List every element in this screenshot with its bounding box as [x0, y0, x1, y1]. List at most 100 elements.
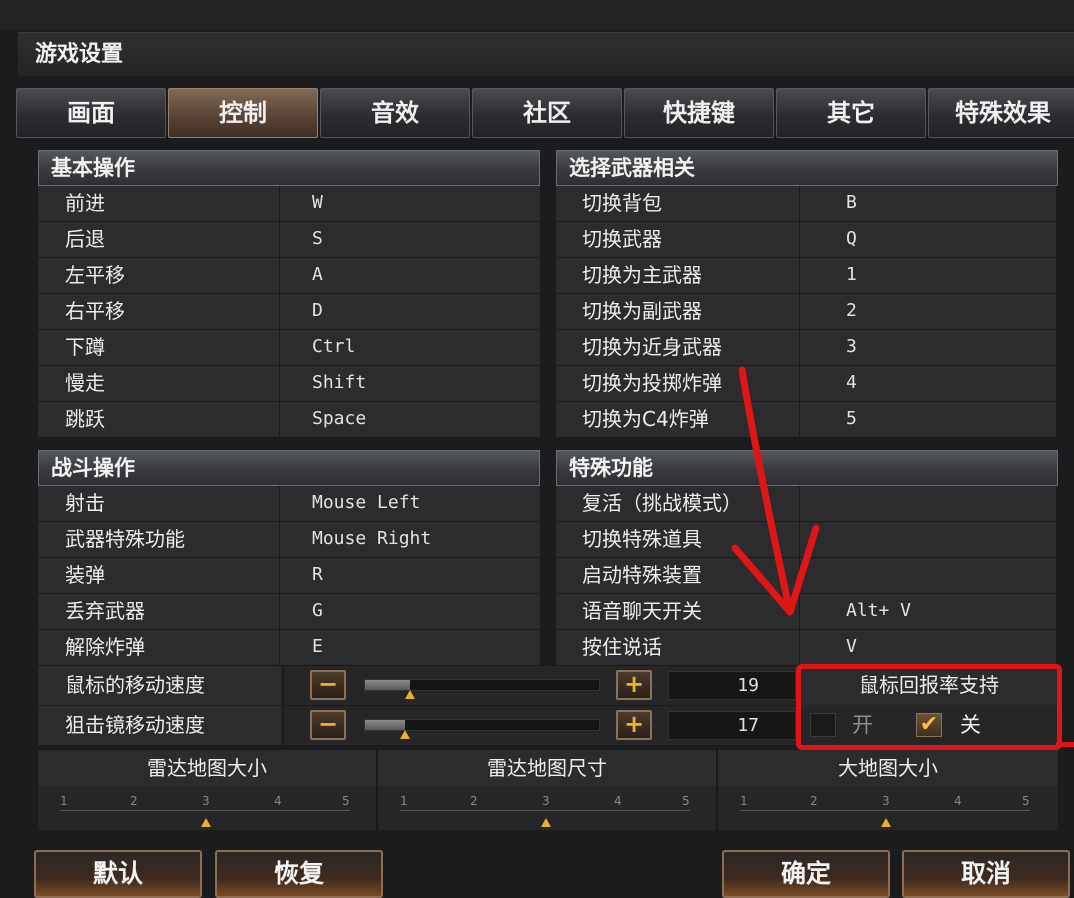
window-title: 游戏设置: [18, 32, 1074, 76]
minus-button[interactable]: −: [310, 710, 346, 740]
radar-scale[interactable]: 1 2 3 4 5: [740, 794, 1030, 827]
tick-label: 5: [682, 794, 690, 808]
tab-display[interactable]: 画面: [16, 88, 166, 138]
keybind-row[interactable]: 切换背包 B: [556, 186, 1058, 222]
keybind-value[interactable]: W: [280, 186, 540, 221]
keybind-value[interactable]: R: [280, 558, 540, 593]
weapon-ops-panel: 选择武器相关 切换背包 B 切换武器 Q 切换为主武器 1 切换为副武器 2 切换为近身…: [556, 150, 1058, 438]
keybind-value[interactable]: V: [800, 630, 1056, 665]
keybind-value[interactable]: Shift: [280, 366, 540, 401]
mouse-speed-control: − + 19: [284, 666, 800, 705]
keybind-row[interactable]: 切换为C4炸弹 5: [556, 402, 1058, 438]
radar-thumb[interactable]: [201, 818, 211, 827]
keybind-value[interactable]: 5: [800, 402, 1056, 437]
keybind-row[interactable]: 右平移 D: [38, 294, 540, 330]
keybind-value[interactable]: A: [280, 258, 540, 293]
radar-title: 雷达地图大小: [38, 750, 376, 786]
keybind-row[interactable]: 按住说话 V: [556, 630, 1058, 666]
tick-label: 4: [274, 794, 282, 808]
keybind-label: 丢弃武器: [38, 594, 280, 629]
section-header-basic: 基本操作: [38, 150, 540, 186]
keybind-value[interactable]: [800, 558, 1056, 593]
keybind-row[interactable]: 下蹲 Ctrl: [38, 330, 540, 366]
radar-map-size: 雷达地图大小 1 2 3 4 5: [38, 750, 378, 830]
tick-label: 5: [342, 794, 350, 808]
keybind-label: 前进: [38, 186, 280, 221]
keybind-value[interactable]: Mouse Left: [280, 486, 540, 521]
keybind-label: 慢走: [38, 366, 280, 401]
keybind-value[interactable]: S: [280, 222, 540, 257]
keybind-row[interactable]: 前进 W: [38, 186, 540, 222]
tick-label: 2: [810, 794, 818, 808]
tab-hotkeys[interactable]: 快捷键: [624, 88, 774, 138]
slider-thumb[interactable]: [400, 730, 410, 739]
keybind-row[interactable]: 启动特殊装置: [556, 558, 1058, 594]
keybind-label: 解除炸弹: [38, 630, 280, 665]
default-button[interactable]: 默认: [34, 850, 202, 898]
keybind-row[interactable]: 切换特殊道具: [556, 522, 1058, 558]
keybind-value[interactable]: 2: [800, 294, 1056, 329]
radar-thumb[interactable]: [881, 818, 891, 827]
keybind-label: 武器特殊功能: [38, 522, 280, 557]
tab-control[interactable]: 控制: [168, 88, 318, 138]
tab-community[interactable]: 社区: [472, 88, 622, 138]
keybind-row[interactable]: 切换为主武器 1: [556, 258, 1058, 294]
slider-fill: [365, 720, 405, 730]
keybind-row[interactable]: 复活（挑战模式）: [556, 486, 1058, 522]
tick-label: 1: [60, 794, 68, 808]
keybind-row[interactable]: 左平移 A: [38, 258, 540, 294]
keybind-row[interactable]: 慢走 Shift: [38, 366, 540, 402]
plus-button[interactable]: +: [616, 710, 652, 740]
top-strip: [0, 0, 1074, 30]
radar-thumb[interactable]: [541, 818, 551, 827]
keybind-row[interactable]: 切换为副武器 2: [556, 294, 1058, 330]
keybind-value[interactable]: Alt+ V: [800, 594, 1056, 629]
keybind-value[interactable]: Space: [280, 402, 540, 437]
cancel-button[interactable]: 取消: [902, 850, 1070, 898]
keybind-value[interactable]: Mouse Right: [280, 522, 540, 557]
keybind-row[interactable]: 后退 S: [38, 222, 540, 258]
keybind-value[interactable]: 4: [800, 366, 1056, 401]
keybind-value[interactable]: [800, 522, 1056, 557]
keybind-row[interactable]: 射击 Mouse Left: [38, 486, 540, 522]
keybind-value[interactable]: 3: [800, 330, 1056, 365]
keybind-label: 切换背包: [556, 186, 800, 221]
tab-other[interactable]: 其它: [776, 88, 926, 138]
restore-button[interactable]: 恢复: [215, 850, 383, 898]
keybind-label: 切换为副武器: [556, 294, 800, 329]
confirm-button[interactable]: 确定: [722, 850, 890, 898]
keybind-row[interactable]: 切换武器 Q: [556, 222, 1058, 258]
radar-scale[interactable]: 1 2 3 4 5: [60, 794, 350, 827]
keybind-row[interactable]: 语音聊天开关 Alt+ V: [556, 594, 1058, 630]
keybind-row[interactable]: 解除炸弹 E: [38, 630, 540, 666]
keybind-label: 后退: [38, 222, 280, 257]
keybind-row[interactable]: 丢弃武器 G: [38, 594, 540, 630]
keybind-row[interactable]: 切换为投掷炸弹 4: [556, 366, 1058, 402]
tab-special-effects[interactable]: 特殊效果: [928, 88, 1074, 138]
keybind-row[interactable]: 装弹 R: [38, 558, 540, 594]
scope-speed-control: − + 17: [284, 706, 800, 745]
keybind-value[interactable]: G: [280, 594, 540, 629]
keybind-value[interactable]: B: [800, 186, 1056, 221]
keybind-row[interactable]: 切换为近身武器 3: [556, 330, 1058, 366]
keybind-value[interactable]: D: [280, 294, 540, 329]
keybind-value[interactable]: Ctrl: [280, 330, 540, 365]
tick-label: 3: [202, 794, 210, 808]
keybind-label: 切换特殊道具: [556, 522, 800, 557]
plus-button[interactable]: +: [616, 670, 652, 700]
minus-button[interactable]: −: [310, 670, 346, 700]
tab-audio[interactable]: 音效: [320, 88, 470, 138]
keybind-value[interactable]: [800, 486, 1056, 521]
mouse-speed-slider[interactable]: [364, 679, 600, 691]
keybind-value[interactable]: 1: [800, 258, 1056, 293]
keybind-row[interactable]: 武器特殊功能 Mouse Right: [38, 522, 540, 558]
keybind-row[interactable]: 跳跃 Space: [38, 402, 540, 438]
scope-speed-row: 狙击镜移动速度 − + 17: [38, 706, 800, 746]
tab-bar: 画面 控制 音效 社区 快捷键 其它 特殊效果: [16, 88, 1074, 138]
radar-scale[interactable]: 1 2 3 4 5: [400, 794, 690, 827]
keybind-value[interactable]: E: [280, 630, 540, 665]
slider-thumb[interactable]: [405, 690, 415, 699]
keybind-value[interactable]: Q: [800, 222, 1056, 257]
keybind-label: 按住说话: [556, 630, 800, 665]
radar-map-dimension: 雷达地图尺寸 1 2 3 4 5: [378, 750, 718, 830]
